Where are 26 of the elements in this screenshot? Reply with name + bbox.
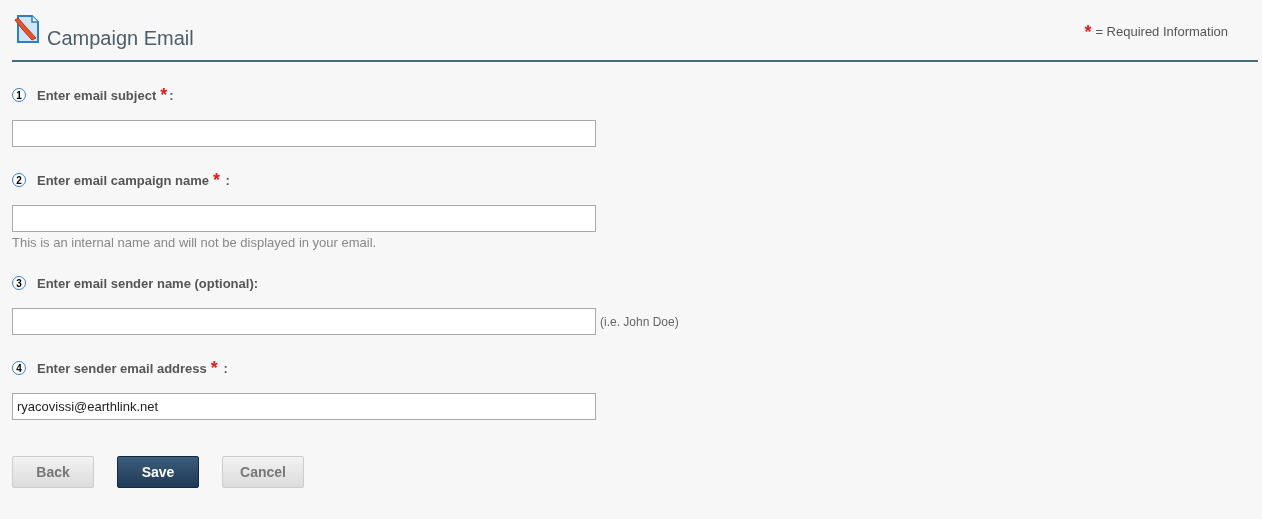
field-label: Enter email sender name (optional):	[37, 275, 259, 291]
field-label: Enter sender email address	[37, 360, 207, 376]
input-field[interactable]	[12, 308, 596, 335]
field-hint: (i.e. John Doe)	[600, 314, 679, 329]
required-mark: *	[1084, 24, 1092, 39]
step-number-icon: 4	[12, 361, 26, 375]
legend-text: = Required Information	[1095, 24, 1228, 39]
step-number-icon: 3	[12, 276, 26, 290]
required-mark: *	[212, 173, 220, 187]
input-field[interactable]	[12, 205, 596, 232]
save-button[interactable]: Save	[117, 456, 199, 488]
field-label: Enter email campaign name	[37, 172, 209, 188]
step-number-icon: 1	[12, 88, 26, 102]
label-colon: :	[224, 172, 230, 188]
field-label: Enter email subject	[37, 87, 157, 103]
required-mark: *	[210, 361, 218, 375]
step-number-icon: 2	[12, 173, 26, 187]
input-field[interactable]	[12, 120, 596, 147]
label-colon: :	[169, 87, 174, 103]
field-note: This is an internal name and will not be displayed in your email.	[12, 235, 378, 250]
required-mark: *	[160, 88, 168, 102]
label-colon: :	[222, 360, 228, 376]
action-button[interactable]: Back	[12, 456, 94, 488]
action-button[interactable]: Cancel	[222, 456, 304, 488]
input-field[interactable]: ryacovissi@earthlink.net	[12, 393, 596, 420]
page-title: Campaign Email	[47, 26, 194, 50]
